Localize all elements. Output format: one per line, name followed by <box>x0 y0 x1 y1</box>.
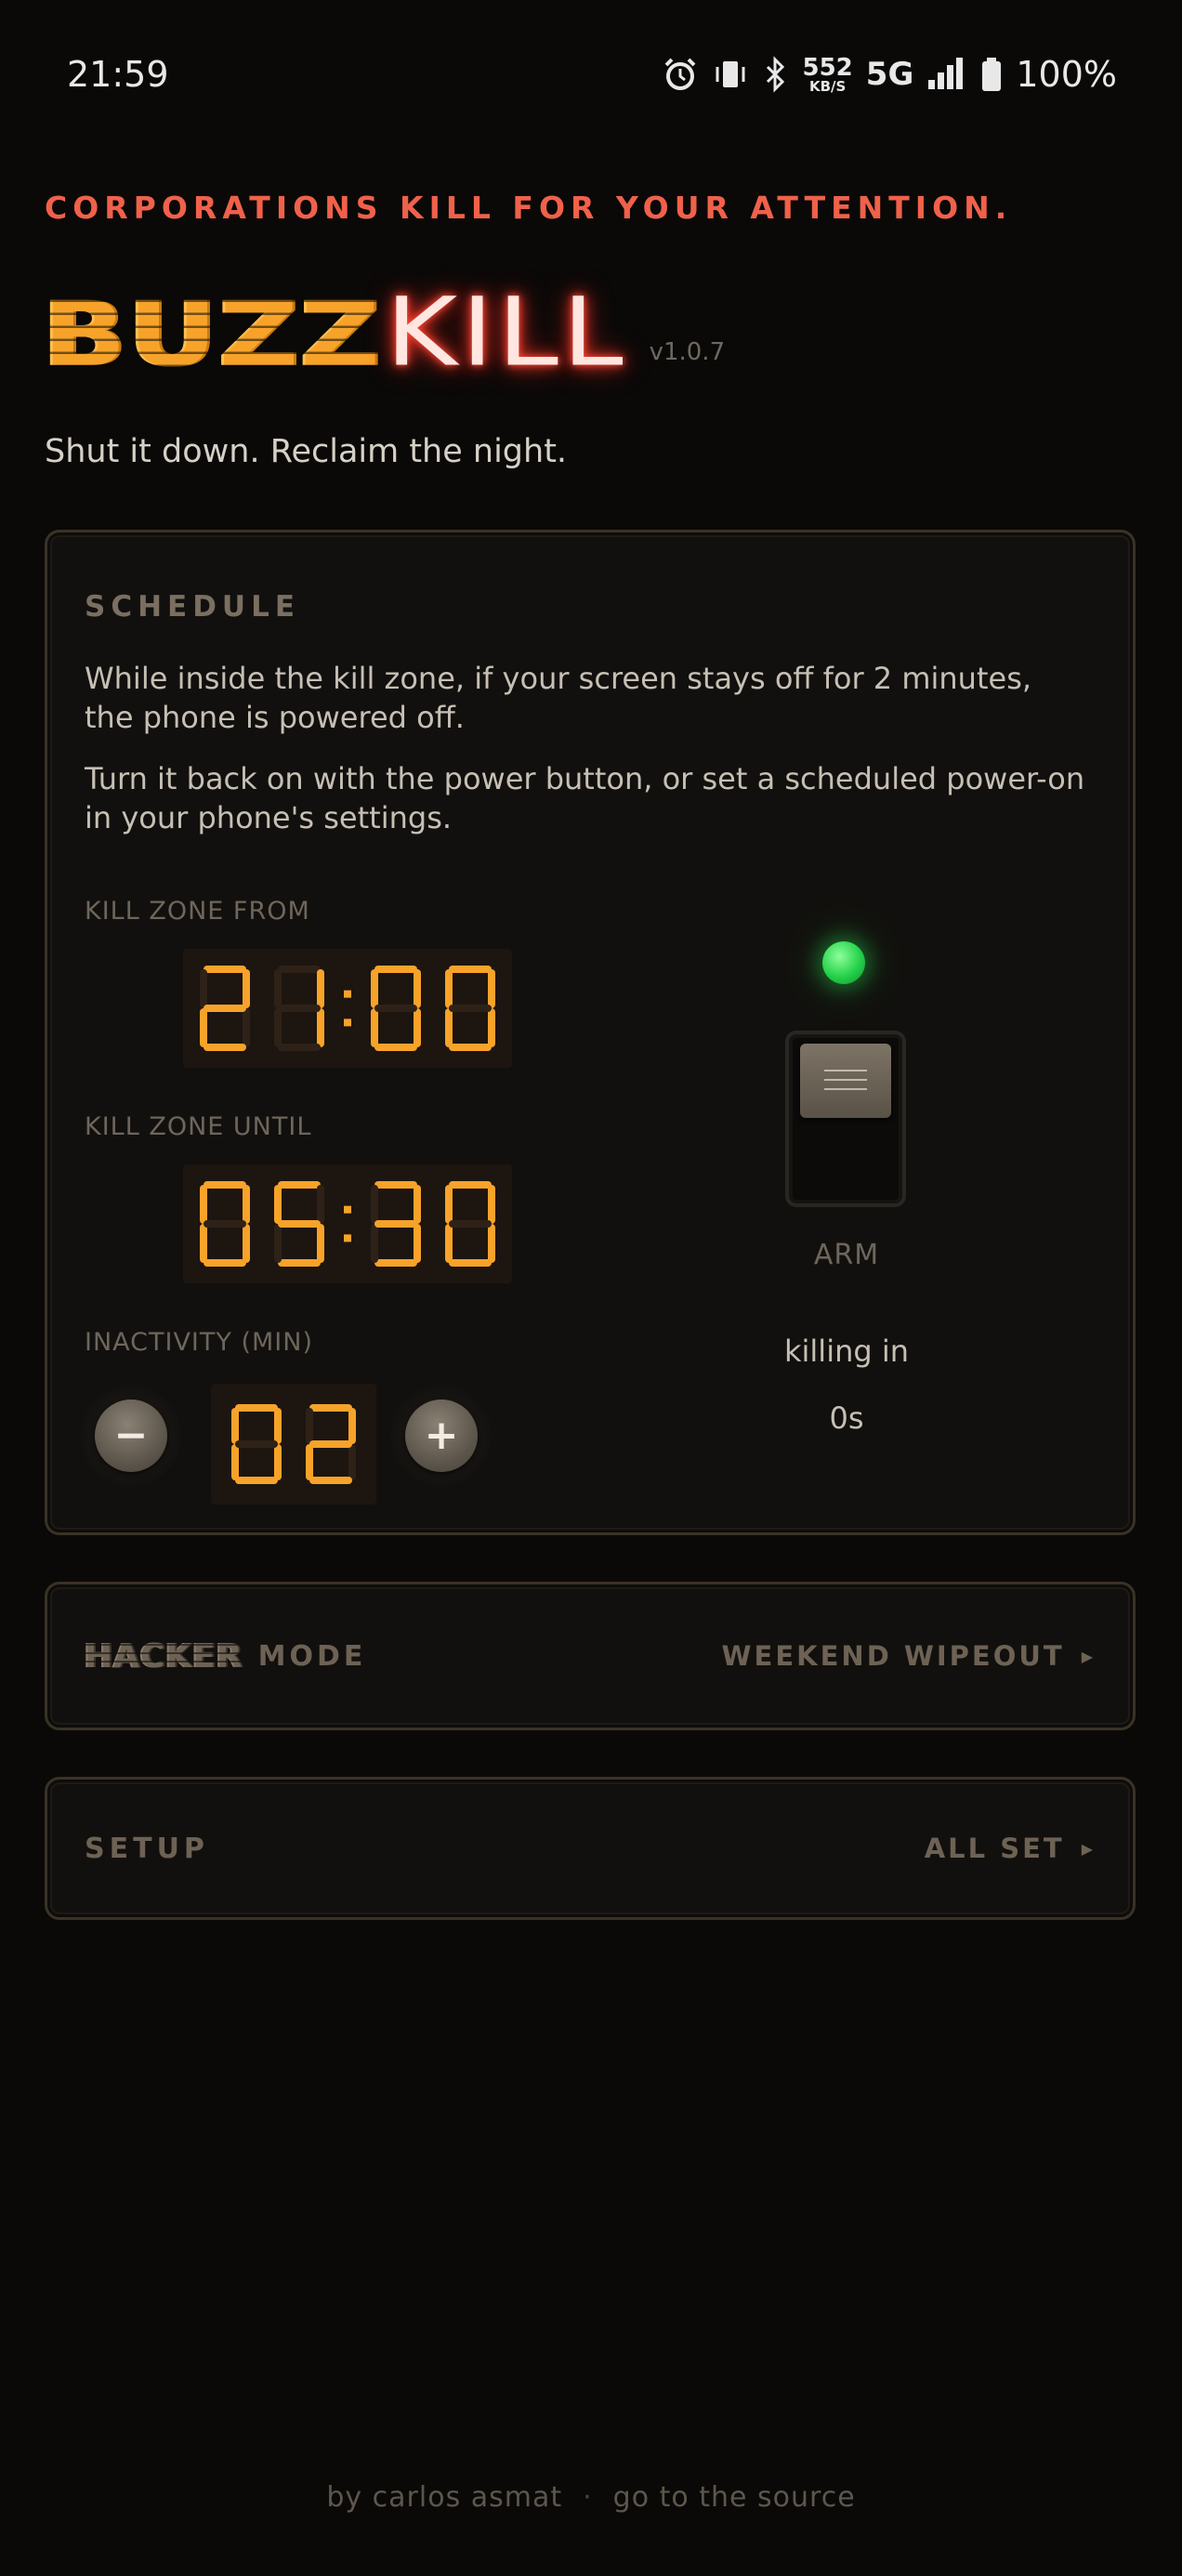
logo-buzz: BUZZ <box>43 282 382 388</box>
app-logo: BUZZ KILL v1.0.7 <box>43 269 725 379</box>
mode-word: MODE <box>257 1639 367 1673</box>
colon-dot <box>344 990 351 998</box>
segment-digits <box>231 1404 356 1484</box>
setup-status-label: ALL SET <box>924 1833 1065 1864</box>
armed-indicator-led <box>822 941 865 984</box>
decrease-inactivity-button[interactable]: − <box>81 1386 181 1486</box>
arm-toggle-handle[interactable] <box>800 1044 891 1118</box>
schedule-title: SCHEDULE <box>85 590 301 624</box>
kill-zone-until-label: KILL ZONE UNTIL <box>85 1112 312 1141</box>
weekend-wipeout-label: WEEKEND WIPEOUT <box>721 1640 1065 1672</box>
plus-icon: + <box>405 1400 478 1472</box>
setup-status-link[interactable]: ALL SET ▶ <box>925 1780 1096 1917</box>
chevron-right-icon: ▶ <box>1081 1839 1096 1858</box>
schedule-description-2: Turn it back on with the power button, o… <box>85 761 1085 835</box>
subtitle: Shut it down. Reclaim the night. <box>45 433 568 470</box>
net-speed: 552 KB/S <box>803 56 853 94</box>
chevron-right-icon: ▶ <box>1081 1647 1096 1665</box>
schedule-panel: SCHEDULE While inside the kill zone, if … <box>45 530 1136 1535</box>
network-type: 5G <box>865 56 914 93</box>
killing-in-value: 0s <box>829 1400 864 1436</box>
arm-label: ARM <box>813 1239 880 1271</box>
inactivity-display <box>211 1384 376 1505</box>
net-speed-value: 552 <box>802 53 853 82</box>
battery-percent: 100% <box>1016 54 1117 95</box>
bluetooth-icon <box>766 56 784 93</box>
setup-title: SETUP <box>85 1780 209 1917</box>
setup-row[interactable]: SETUP ALL SET ▶ <box>45 1777 1136 1920</box>
segment-digits <box>200 966 495 1051</box>
colon-dot <box>344 1205 351 1214</box>
hacker-mode-row[interactable]: HACKER MODE WEEKEND WIPEOUT ▶ <box>45 1582 1136 1730</box>
status-time: 21:59 <box>67 54 169 95</box>
minus-icon: − <box>95 1400 167 1472</box>
kill-zone-until-display[interactable] <box>183 1164 512 1283</box>
colon-dot <box>344 1019 351 1027</box>
arm-toggle-switch[interactable] <box>785 1031 906 1207</box>
colon-dot <box>344 1234 351 1242</box>
vibrate-icon <box>716 61 744 87</box>
segment-digits <box>200 1181 495 1267</box>
source-link[interactable]: go to the source <box>613 2481 856 2514</box>
battery-icon <box>982 58 1002 91</box>
kill-zone-from-label: KILL ZONE FROM <box>85 897 310 926</box>
net-speed-unit: KB/S <box>808 77 847 95</box>
alarm-icon <box>664 58 695 90</box>
footer-separator: · <box>583 2481 593 2514</box>
status-bar: 21:59 552 KB/S 5G 100% <box>0 0 1182 149</box>
tagline: CORPORATIONS KILL FOR YOUR ATTENTION. <box>45 190 1013 226</box>
hacker-word: HACKER <box>85 1636 243 1676</box>
status-icons: 552 KB/S 5G 100% <box>662 54 1117 95</box>
author-credit: by carlos asmat <box>326 2481 563 2514</box>
logo-kill: KILL <box>385 276 627 388</box>
hacker-mode-title: HACKER MODE <box>85 1584 366 1728</box>
kill-zone-from-display[interactable] <box>183 949 512 1068</box>
footer: by carlos asmat · go to the source <box>0 2481 1182 2514</box>
inactivity-label: INACTIVITY (MIN) <box>85 1328 313 1357</box>
setup-label: SETUP <box>85 1832 209 1865</box>
version-label: v1.0.7 <box>649 338 726 366</box>
killing-in-label: killing in <box>783 1334 910 1369</box>
weekend-wipeout-link[interactable]: WEEKEND WIPEOUT ▶ <box>722 1584 1096 1728</box>
signal-icon <box>928 58 964 89</box>
schedule-description-1: While inside the kill zone, if your scre… <box>85 661 1032 735</box>
increase-inactivity-button[interactable]: + <box>391 1386 492 1486</box>
